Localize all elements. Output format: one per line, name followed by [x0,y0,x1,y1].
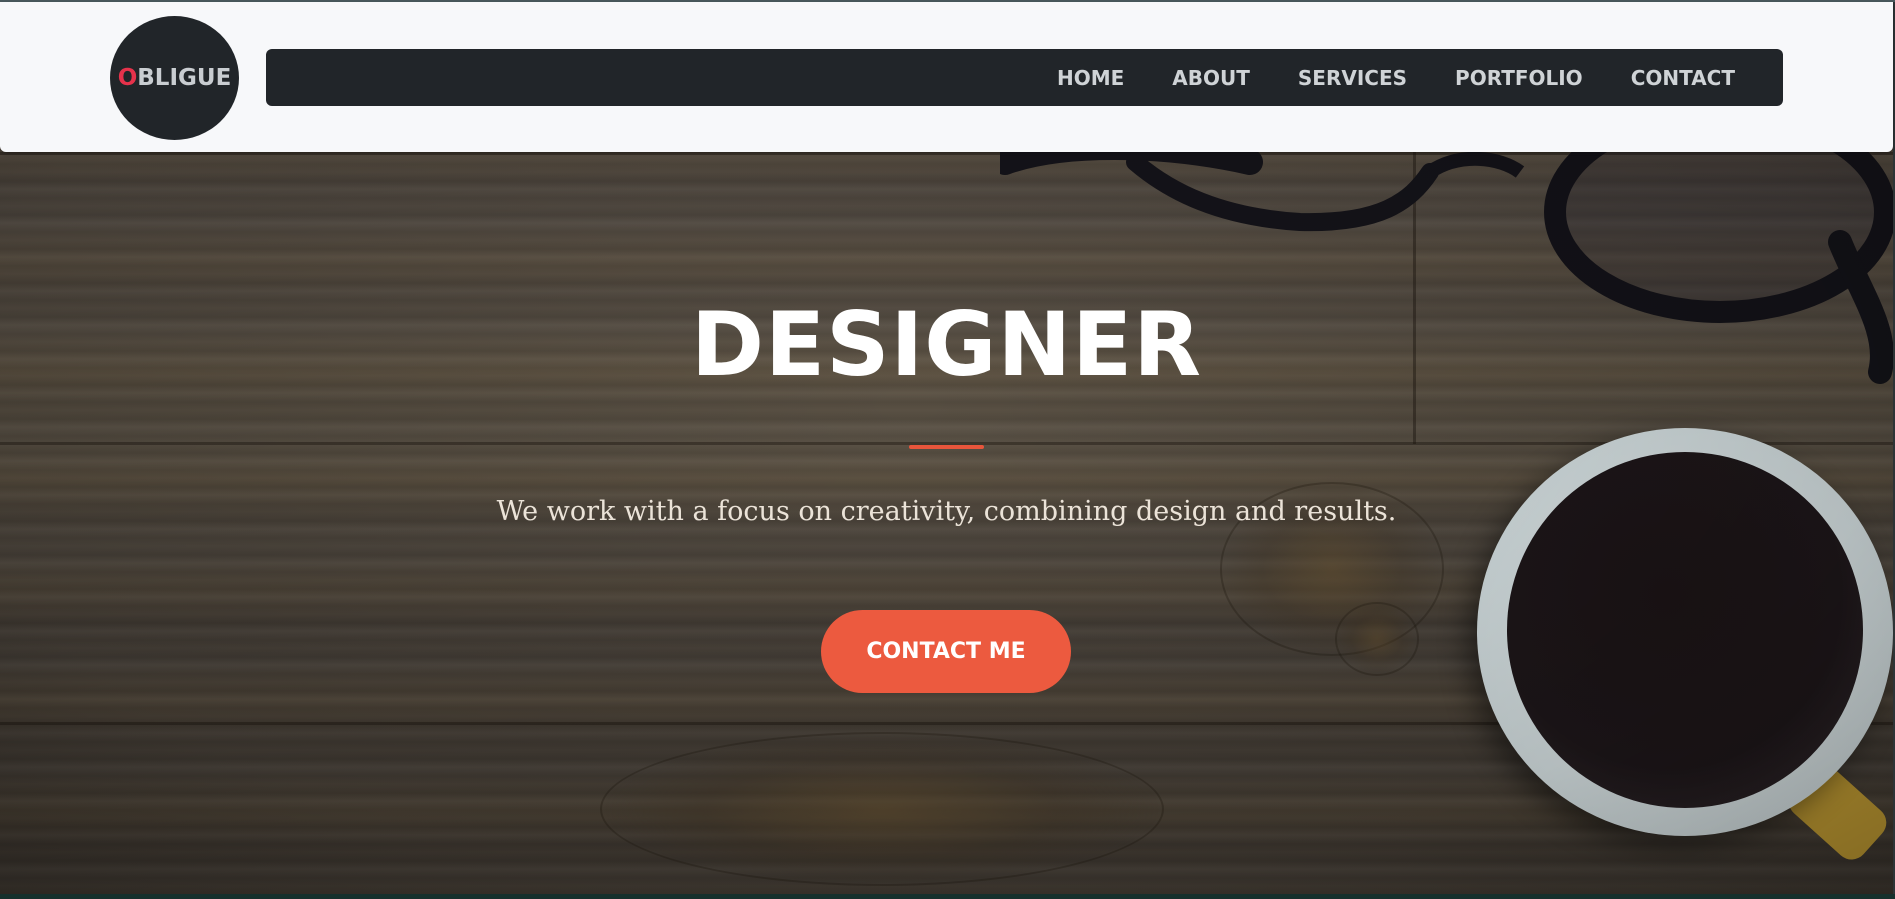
site-header: O BLIGUE HOME ABOUT SERVICES PORTFOLIO CO… [0,2,1893,152]
nav-links: HOME ABOUT SERVICES PORTFOLIO CONTACT [1033,49,1759,106]
main-navbar: HOME ABOUT SERVICES PORTFOLIO CONTACT [266,49,1783,106]
nav-item-contact[interactable]: CONTACT [1607,66,1759,90]
window-bottom-border [0,894,1895,899]
logo-accent-letter: O [117,65,138,91]
nav-item-portfolio[interactable]: PORTFOLIO [1431,66,1607,90]
nav-item-home[interactable]: HOME [1033,66,1148,90]
nav-item-about[interactable]: ABOUT [1148,66,1274,90]
contact-me-button[interactable]: CONTACT ME [821,610,1071,693]
site-logo[interactable]: O BLIGUE [110,16,239,140]
logo-text: BLIGUE [137,65,232,91]
hero-subtitle: We work with a focus on creativity, comb… [496,496,1397,527]
hero-title: DESIGNER [690,293,1203,396]
nav-item-services[interactable]: SERVICES [1274,66,1431,90]
title-divider [909,445,984,449]
